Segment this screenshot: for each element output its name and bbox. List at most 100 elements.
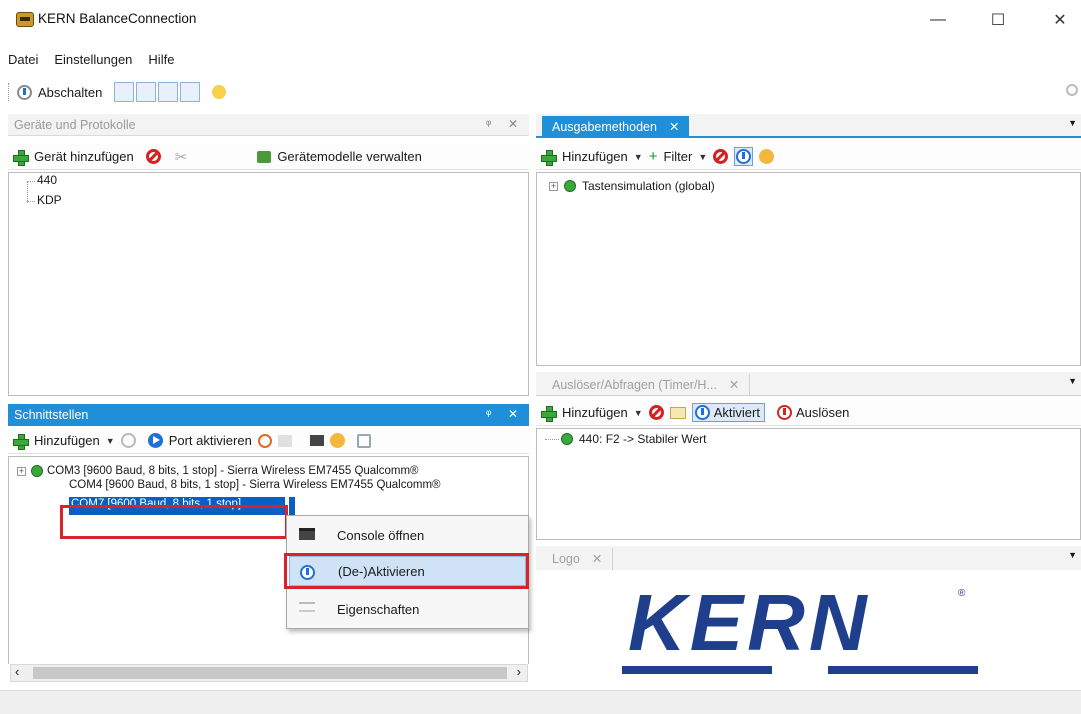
registered-mark: ®	[958, 588, 966, 599]
tree-item-label: COM3 [9600 Baud, 8 bits, 1 stop] - Sierr…	[47, 465, 419, 477]
devices-panel: Geräte und Protokolle ᵠ ✕ Gerät hinzufüg…	[8, 114, 529, 396]
tree-item[interactable]: + Tastensimulation (global)	[549, 179, 715, 193]
close-icon[interactable]: ✕	[508, 117, 518, 131]
tree-item[interactable]: + COM3 [9600 Baud, 8 bits, 1 stop] - Sie…	[17, 465, 419, 477]
close-icon[interactable]: ✕	[729, 378, 739, 392]
status-bar	[0, 690, 1081, 714]
maximize-button[interactable]: ☐	[978, 6, 1018, 34]
tab-overflow-icon[interactable]: ▼	[1068, 376, 1077, 386]
power-icon	[736, 149, 752, 164]
activate-port-button[interactable]: Port aktivieren	[169, 433, 252, 448]
close-icon[interactable]: ✕	[508, 407, 518, 421]
tree-item-label: 440: F2 -> Stabiler Wert	[579, 432, 707, 446]
console-icon[interactable]	[309, 435, 324, 446]
minimize-button[interactable]: —	[918, 6, 958, 34]
chevron-down-icon[interactable]: ▼	[698, 152, 707, 162]
close-icon[interactable]: ✕	[592, 552, 602, 566]
tab-output-methods[interactable]: Ausgabemethoden ✕	[542, 116, 690, 138]
output-toolbar: Hinzufügen ▼ + Filter ▼	[536, 144, 1081, 170]
filter-button[interactable]: Filter	[663, 149, 692, 164]
disabled-icon	[277, 434, 292, 447]
device-plug-icon[interactable]	[136, 82, 157, 102]
settings-wrench-icon[interactable]	[114, 82, 135, 102]
tab-overflow-icon[interactable]: ▼	[1068, 118, 1077, 128]
add-trigger-button[interactable]: Hinzufügen	[562, 405, 628, 420]
highlight-frame-com7	[60, 505, 288, 539]
add-interface-button[interactable]: Hinzufügen	[34, 433, 100, 448]
menu-item-console-open[interactable]: Console öffnen	[289, 520, 526, 550]
add-output-button[interactable]: Hinzufügen	[562, 149, 628, 164]
tab-overflow-icon[interactable]: ▼	[1068, 550, 1077, 560]
tools-icon[interactable]: ✂	[175, 148, 188, 166]
pin-icon[interactable]: ᵠ	[486, 407, 491, 421]
logo-underline-left	[622, 666, 772, 674]
chevron-down-icon[interactable]: ▼	[106, 436, 115, 446]
menu-hilfe[interactable]: Hilfe	[148, 52, 174, 67]
remove-icon[interactable]	[713, 149, 729, 164]
device-model-icon	[257, 150, 272, 163]
menu-datei[interactable]: Datei	[8, 52, 38, 67]
output-methods-panel: Ausgabemethoden ✕ ▼ Hinzufügen ▼ + Filter…	[536, 114, 1081, 366]
status-green-icon	[564, 180, 576, 192]
refresh-icon[interactable]	[257, 433, 272, 448]
trigger-button[interactable]: Auslösen	[776, 405, 850, 420]
trigger-icon	[776, 405, 792, 420]
tree-item-label: Tastensimulation (global)	[582, 179, 715, 193]
disabled-remove-icon[interactable]	[120, 433, 136, 448]
activated-label: Aktiviert	[713, 405, 760, 420]
tree-item[interactable]: 440	[37, 173, 57, 187]
output-tree: + Tastensimulation (global)	[536, 172, 1081, 366]
kern-logo-graphic: KERN ®	[622, 578, 978, 674]
scrollbar-thumb[interactable]	[33, 667, 507, 679]
menu-item-properties[interactable]: Eigenschaften	[289, 594, 526, 624]
logo-tabbar: Logo ✕ ▼	[536, 546, 1081, 570]
output-method-icon[interactable]	[180, 82, 201, 102]
properties-icon[interactable]	[329, 433, 345, 448]
selected-row-highlight-tail	[289, 497, 295, 515]
connection-icon[interactable]	[356, 433, 371, 448]
output-tabbar: Ausgabemethoden ✕ ▼	[536, 114, 1081, 138]
add-icon	[12, 149, 29, 166]
triggers-toolbar: Hinzufügen ▼ Aktiviert Auslösen	[536, 400, 1081, 426]
lightbulb-icon[interactable]	[212, 85, 227, 99]
tree-item[interactable]: KDP	[37, 193, 62, 207]
close-button[interactable]: ✕	[1040, 6, 1080, 34]
trigger-label: Auslösen	[795, 405, 850, 420]
edit-icon[interactable]	[669, 406, 686, 419]
scroll-right-icon[interactable]: ›	[517, 664, 521, 679]
manage-models-button[interactable]: Gerätemodelle verwalten	[277, 149, 422, 164]
help-icon[interactable]	[1066, 84, 1078, 96]
triggers-tree: 440: F2 -> Stabiler Wert	[536, 428, 1081, 540]
activated-toggle[interactable]: Aktiviert	[691, 403, 765, 422]
chevron-down-icon[interactable]: ▼	[634, 152, 643, 162]
menu-einstellungen[interactable]: Einstellungen	[54, 52, 132, 67]
add-device-button[interactable]: Gerät hinzufügen	[34, 149, 134, 164]
main-toolbar: Abschalten	[8, 80, 227, 104]
scroll-left-icon[interactable]: ‹	[15, 664, 19, 679]
remove-device-icon[interactable]	[145, 149, 161, 164]
logo-underline-right	[828, 666, 978, 674]
highlight-frame-deactivate	[284, 553, 529, 589]
balance-app-icon	[16, 12, 34, 27]
tab-triggers[interactable]: Auslöser/Abfragen (Timer/H... ✕	[542, 374, 751, 396]
pin-icon[interactable]: ᵠ	[486, 117, 491, 131]
devices-tree: 440 KDP	[8, 172, 529, 396]
play-icon	[147, 433, 163, 448]
horizontal-scrollbar[interactable]: ‹ ›	[10, 664, 528, 682]
close-icon[interactable]: ✕	[669, 120, 679, 134]
expand-icon[interactable]: +	[549, 181, 558, 191]
toggle-active-button[interactable]	[734, 147, 754, 166]
triggers-tabbar: Auslöser/Abfragen (Timer/H... ✕ ▼	[536, 372, 1081, 396]
interface-cable-icon[interactable]	[158, 82, 179, 102]
filter-plus-icon: +	[648, 148, 658, 165]
properties-icon[interactable]	[759, 149, 775, 164]
chevron-down-icon[interactable]: ▼	[634, 408, 643, 418]
tree-item[interactable]: 440: F2 -> Stabiler Wert	[561, 432, 707, 446]
remove-icon[interactable]	[648, 405, 664, 420]
shutdown-button[interactable]: Abschalten	[38, 85, 102, 100]
expand-icon[interactable]: +	[17, 466, 26, 476]
tab-label: Auslöser/Abfragen (Timer/H...	[552, 378, 717, 392]
tab-logo[interactable]: Logo ✕	[542, 548, 614, 570]
add-icon	[540, 405, 557, 422]
tree-item[interactable]: COM4 [9600 Baud, 8 bits, 1 stop] - Sierr…	[69, 479, 527, 491]
